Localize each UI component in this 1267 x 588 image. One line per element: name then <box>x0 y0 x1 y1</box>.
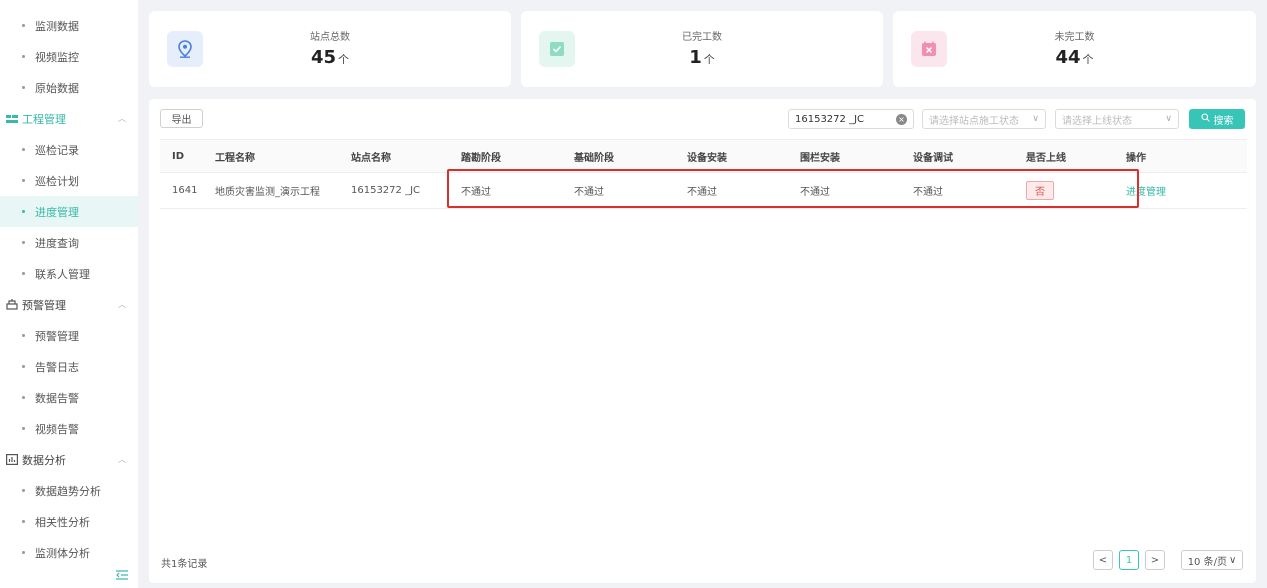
stat-value: 1个 <box>689 47 715 68</box>
warning-group-icon <box>6 299 18 311</box>
stat-card-site-total: 站点总数 45 个 <box>149 11 511 87</box>
sidebar-item-inspection-plan[interactable]: 巡检计划 <box>0 165 138 196</box>
export-button[interactable]: 导出 <box>160 109 203 128</box>
chevron-up-icon: ︿ <box>118 300 126 309</box>
sidebar-group-project[interactable]: 工程管理 ︿ <box>0 103 138 134</box>
sidebar-item-inspection-record[interactable]: 巡检记录 <box>0 134 138 165</box>
column-header: ID <box>172 150 185 162</box>
bullet-icon <box>22 272 25 275</box>
cell-device-install: 不通过 <box>687 187 717 198</box>
sidebar-item-body-analysis[interactable]: 监测体分析 <box>0 537 138 568</box>
column-header: 站点名称 <box>351 152 391 164</box>
sidebar-item-trend-analysis[interactable]: 数据趋势分析 <box>0 475 138 506</box>
total-records: 共1条记录 <box>161 559 208 570</box>
bullet-icon <box>22 179 25 182</box>
stat-label: 已完工数 <box>682 32 722 43</box>
column-header: 基础阶段 <box>574 152 614 164</box>
sidebar: 监测数据 视频监控 原始数据 工程管理 ︿ 巡检记录 巡检计划 进度管理 进度查… <box>0 0 138 588</box>
chevron-down-icon: ∨ <box>1032 114 1039 124</box>
cell-online: 否 <box>1014 173 1114 208</box>
sidebar-item-raw-data[interactable]: 原始数据 <box>0 72 138 103</box>
bullet-icon <box>22 520 25 523</box>
bullet-icon <box>22 86 25 89</box>
collapse-icon[interactable] <box>116 570 128 583</box>
sidebar-item-video-monitor[interactable]: 视频监控 <box>0 41 138 72</box>
cell-id: 1641 <box>172 185 198 196</box>
column-header: 踏勘阶段 <box>461 152 501 164</box>
table-header: ID 工程名称 站点名称 踏勘阶段 基础阶段 设备安装 围栏安装 设备调试 是否… <box>160 139 1247 173</box>
clear-icon[interactable]: × <box>896 113 907 125</box>
sidebar-item-data-alarm[interactable]: 数据告警 <box>0 382 138 413</box>
search-button[interactable]: 搜索 <box>1189 109 1245 129</box>
cell-site-name: 16153272 _JC <box>351 185 421 196</box>
chevron-up-icon: ︿ <box>118 455 126 464</box>
chevron-down-icon: ∨ <box>1228 554 1237 566</box>
progress-table: ID 工程名称 站点名称 踏勘阶段 基础阶段 设备安装 围栏安装 设备调试 是否… <box>160 139 1247 209</box>
page-size-select[interactable]: 10 条/页 ∨ <box>1181 550 1243 570</box>
cell-action: 进度管理 <box>1114 173 1247 208</box>
sidebar-item-correlation-analysis[interactable]: 相关性分析 <box>0 506 138 537</box>
column-header: 是否上线 <box>1026 152 1066 164</box>
bullet-icon <box>22 396 25 399</box>
sidebar-item-alarm-log[interactable]: 告警日志 <box>0 351 138 382</box>
project-icon <box>6 113 18 125</box>
cell-foundation-stage: 不通过 <box>574 187 604 198</box>
column-header: 设备调试 <box>913 152 953 164</box>
bullet-icon <box>22 551 25 554</box>
stat-card-completed: 已完工数 1个 <box>521 11 883 87</box>
column-header: 工程名称 <box>215 152 255 164</box>
bullet-icon <box>22 148 25 151</box>
cell-device-debug: 不通过 <box>913 187 943 198</box>
construction-status-select[interactable]: 请选择站点施工状态 ∨ <box>922 109 1046 129</box>
sidebar-item-video-alarm[interactable]: 视频告警 <box>0 413 138 444</box>
sidebar-item-warning-manage[interactable]: 预警管理 <box>0 320 138 351</box>
chevron-up-icon: ︿ <box>118 114 126 123</box>
sidebar-item-progress-query[interactable]: 进度查询 <box>0 227 138 258</box>
chevron-down-icon: ∨ <box>1165 114 1172 124</box>
bullet-icon <box>22 241 25 244</box>
cell-fence-install: 不通过 <box>800 187 830 198</box>
stat-value: 44 个 <box>1055 47 1094 68</box>
bullet-icon <box>22 210 25 213</box>
bullet-icon <box>22 489 25 492</box>
search-icon <box>1200 113 1210 125</box>
stat-value: 45 个 <box>310 47 350 68</box>
stat-label: 站点总数 <box>310 32 350 43</box>
stat-card-unfinished: 未完工数 44 个 <box>893 11 1256 87</box>
sidebar-group-warning[interactable]: 预警管理 ︿ <box>0 289 138 320</box>
analysis-icon <box>6 454 18 466</box>
sidebar-group-analysis[interactable]: 数据分析 ︿ <box>0 444 138 475</box>
sidebar-item-monitor-data[interactable]: 监测数据 <box>0 10 138 41</box>
column-header: 操作 <box>1126 152 1146 164</box>
cell-survey-stage: 不通过 <box>461 187 491 198</box>
stat-label: 未完工数 <box>1054 32 1095 43</box>
progress-panel: 导出 16153272 _JC × 请选择站点施工状态 ∨ 请选择上线状态 ∨ … <box>149 99 1256 583</box>
progress-manage-link[interactable]: 进度管理 <box>1126 183 1166 198</box>
bullet-icon <box>22 365 25 368</box>
bullet-icon <box>22 334 25 337</box>
bullet-icon <box>22 55 25 58</box>
column-header: 设备安装 <box>687 152 727 164</box>
bullet-icon <box>22 24 25 27</box>
prev-page-button[interactable]: < <box>1093 550 1113 570</box>
page-1-button[interactable]: 1 <box>1119 550 1139 570</box>
next-page-button[interactable]: > <box>1145 550 1165 570</box>
column-header: 围栏安装 <box>800 152 840 164</box>
cell-project-name: 地质灾害监测_演示工程 <box>215 187 320 198</box>
table-row: 1641 地质灾害监测_演示工程 16153272 _JC 不通过 不通过 不通… <box>160 173 1247 209</box>
online-status-select[interactable]: 请选择上线状态 ∨ <box>1055 109 1179 129</box>
bullet-icon <box>22 427 25 430</box>
offline-badge: 否 <box>1026 181 1054 200</box>
sidebar-item-progress-manage[interactable]: 进度管理 <box>0 196 138 227</box>
sidebar-item-contact-manage[interactable]: 联系人管理 <box>0 258 138 289</box>
site-search-input[interactable]: 16153272 _JC × <box>788 109 914 129</box>
